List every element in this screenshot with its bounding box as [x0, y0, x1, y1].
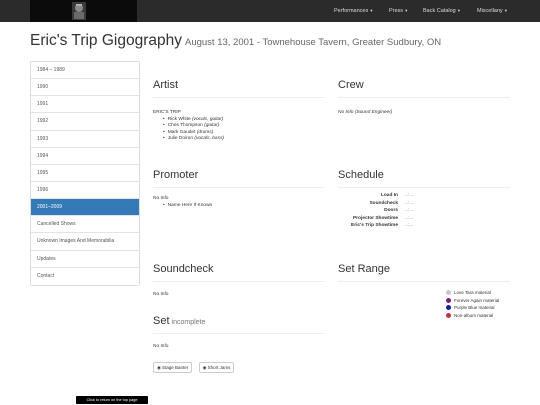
legend-item: Forever Again material: [446, 297, 506, 304]
crew-info: No Info (Sound Engineer): [338, 110, 393, 115]
member-item: Julie Doiron (vocals, bass): [163, 136, 325, 143]
schedule-table: Load In...:... Soundcheck...:... Doors..…: [348, 192, 413, 230]
chevron-down-icon: ▾: [405, 8, 408, 13]
sidebar-item-1994[interactable]: 1994: [31, 147, 139, 165]
sidebar-item-1990[interactable]: 1990: [31, 79, 139, 97]
sidebar-item-1991[interactable]: 1991: [31, 96, 139, 114]
legend-dot-icon: [446, 290, 451, 295]
sidebar-item-1984-1989[interactable]: 1984 – 1989: [31, 62, 139, 80]
page-subtitle: August 13, 2001 - Townehouse Tavern, Gre…: [185, 37, 442, 48]
promoter-heading: Promoter: [153, 169, 325, 188]
set-section: Set incomplete No Info ◉Stage Banter ◉Sho…: [153, 315, 325, 374]
chevron-down-icon: ▾: [504, 8, 507, 13]
band-logo-icon[interactable]: [70, 1, 88, 21]
artist-name: ERIC'S TRIP: [153, 110, 181, 115]
set-buttons: ◉Stage Banter ◉Short Jams: [153, 356, 325, 374]
eye-icon: ◉: [202, 364, 207, 370]
promoter-list: Name Here If Known: [153, 203, 325, 210]
legend-dot-icon: [446, 297, 451, 303]
chevron-down-icon: ▾: [370, 8, 373, 13]
artist-section: Artist ERIC'S TRIP Rick White (vocals, g…: [153, 79, 325, 143]
soundcheck-info: No Info: [153, 292, 169, 297]
schedule-row: Projector Showtime...:...: [352, 215, 414, 221]
back-to-top-button[interactable]: Click to return on the top page: [76, 396, 148, 404]
stage-banter-button[interactable]: ◉Stage Banter: [153, 361, 193, 373]
set-range-legend: Love Tara material Forever Again materia…: [446, 290, 506, 320]
sidebar-item-1996[interactable]: 1996: [31, 181, 139, 200]
top-navbar: Performances ▾ Press ▾ Back Catalog ▾ Misce…: [0, 0, 540, 22]
legend-dot-icon: [446, 312, 451, 318]
eye-icon: ◉: [157, 364, 161, 370]
legend-item: Love Tara material: [446, 290, 506, 296]
nav-miscellany[interactable]: Miscellany ▾: [477, 0, 507, 22]
schedule-row: Eric's Trip Showtime...:...: [351, 223, 414, 228]
sidebar-item-1992[interactable]: 1992: [31, 113, 139, 131]
promoter-section: Promoter No Info Name Here If Known: [153, 169, 325, 209]
page-title: Eric's Trip Gigography August 13, 2001 - …: [30, 32, 441, 50]
soundcheck-section: Soundcheck No Info: [153, 263, 325, 299]
legend-item: Non-album material: [446, 312, 506, 319]
sidebar-nav: 1984 – 1989 1990 1991 1992 1993 1994 199…: [30, 61, 140, 286]
legend-dot-icon: [446, 305, 451, 310]
set-status: incomplete: [171, 319, 206, 326]
promoter-item: Name Here If Known: [163, 203, 325, 210]
soundcheck-heading: Soundcheck: [153, 263, 325, 282]
nav-performances[interactable]: Performances ▾: [334, 0, 373, 22]
schedule-heading: Schedule: [338, 169, 510, 188]
set-range-heading: Set Range: [338, 263, 510, 282]
sidebar-item-cancelled-shows[interactable]: Cancelled Shows: [31, 216, 139, 234]
schedule-row: Soundcheck...:...: [369, 200, 414, 206]
nav-press[interactable]: Press ▾: [389, 0, 407, 22]
sidebar-item-contact[interactable]: Contact: [31, 267, 139, 285]
member-list: Rick White (vocals, guitar) Chris Thomps…: [153, 117, 325, 143]
crew-section: Crew No Info (Sound Engineer): [338, 79, 510, 117]
set-range-section: Set Range Love Tara material Forever Aga…: [338, 263, 510, 318]
schedule-section: Schedule Load In...:... Soundcheck...:..…: [338, 169, 510, 230]
legend-item: Purple Blue material: [446, 305, 506, 311]
nav-back-catalog[interactable]: Back Catalog ▾: [423, 0, 460, 22]
chevron-down-icon: ▾: [457, 8, 460, 13]
artist-heading: Artist: [153, 79, 325, 98]
promoter-info: No Info: [153, 196, 169, 201]
set-heading: Set incomplete: [153, 315, 325, 334]
member-item: Chris Thompson (guitar): [163, 123, 325, 130]
schedule-row: Doors...:...: [384, 208, 414, 213]
short-jams-button[interactable]: ◉Short Jams: [198, 361, 235, 373]
sidebar-item-1993[interactable]: 1993: [31, 130, 139, 148]
sidebar-item-2001-2009[interactable]: 2001–2009: [31, 199, 139, 217]
sidebar-item-updates[interactable]: Updates: [31, 250, 139, 268]
sidebar-item-unknown-images[interactable]: Unknown Images And Memorabilia: [31, 233, 139, 251]
page-title-main: Eric's Trip Gigography: [30, 32, 182, 49]
brand-area[interactable]: [30, 0, 137, 22]
set-info: No Info: [153, 344, 169, 349]
sidebar-item-1995[interactable]: 1995: [31, 164, 139, 182]
schedule-row: Load In...:...: [380, 193, 414, 198]
crew-heading: Crew: [338, 79, 510, 98]
